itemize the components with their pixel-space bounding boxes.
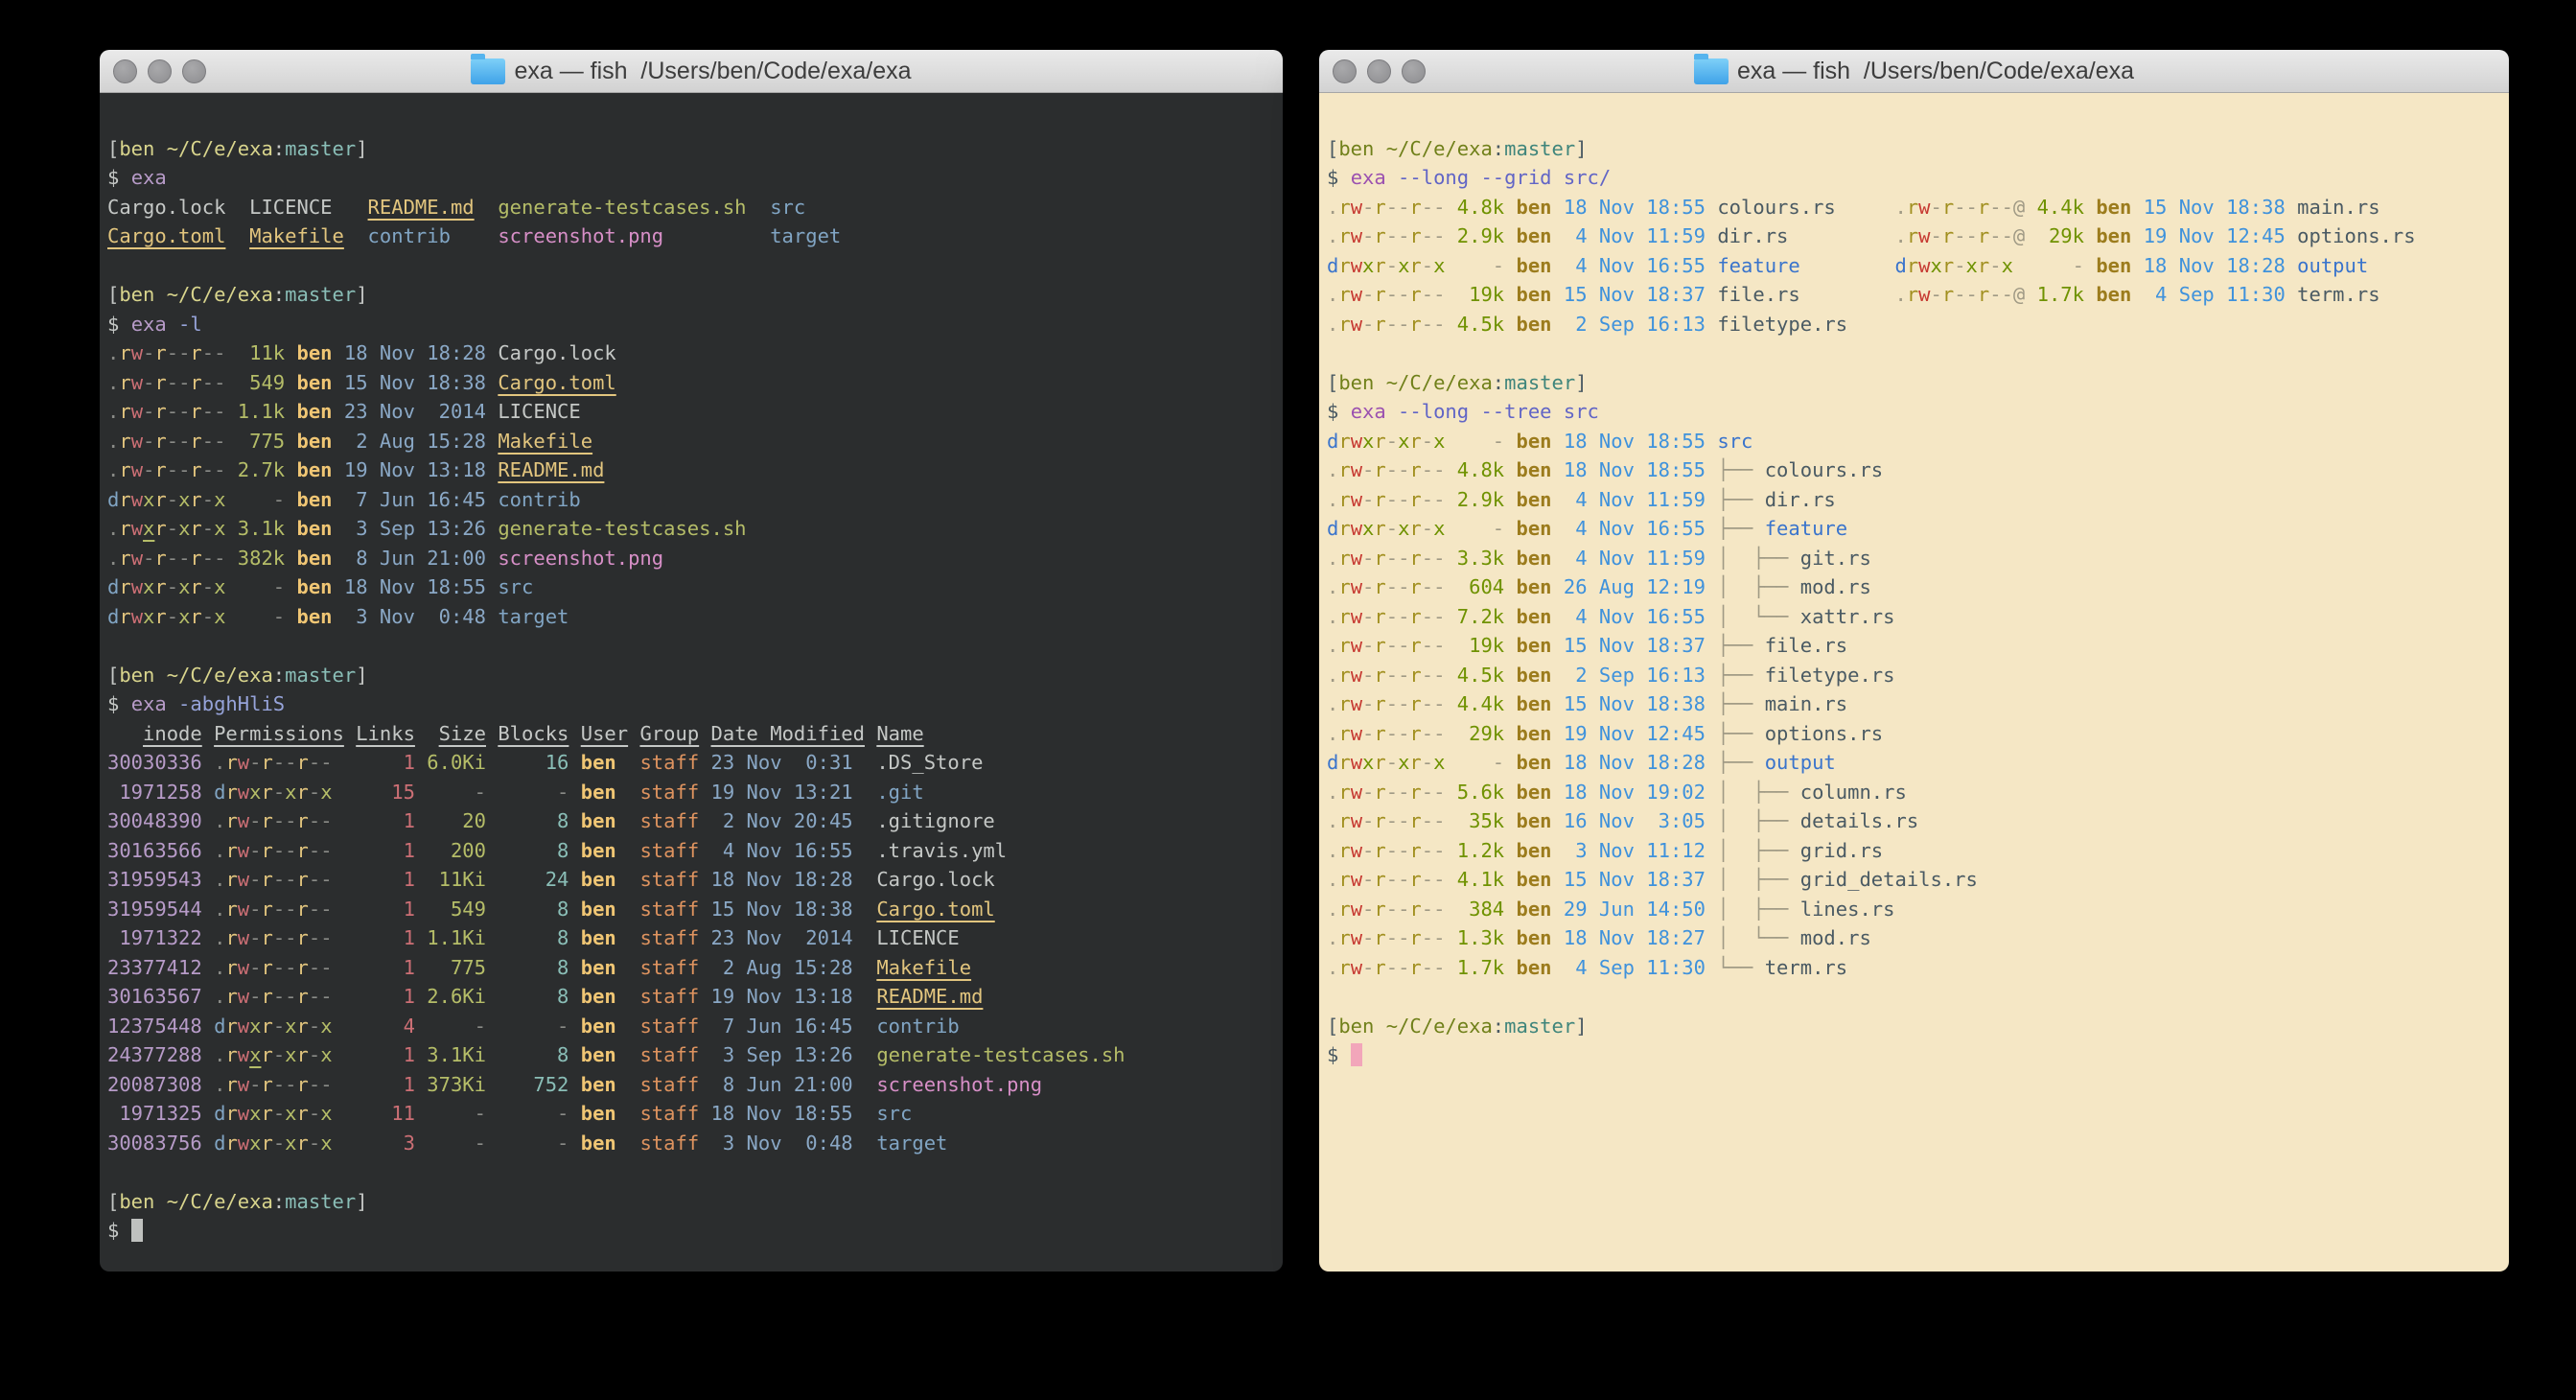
close-button-icon[interactable]: [113, 59, 137, 83]
zoom-button-icon[interactable]: [182, 59, 206, 83]
window-title: exa — fish /Users/ben/Code/exa/exa: [514, 58, 911, 85]
window-title: exa — fish /Users/ben/Code/exa/exa: [1737, 58, 2134, 85]
text-cursor: [131, 1219, 143, 1242]
titlebar[interactable]: exa — fish /Users/ben/Code/exa/exa: [1319, 50, 2509, 93]
window-title-group: exa — fish /Users/ben/Code/exa/exa: [471, 58, 911, 85]
folder-icon: [1694, 58, 1729, 84]
terminal-window: exa — fish /Users/ben/Code/exa/exa [ben …: [100, 50, 1283, 1272]
traffic-lights: [1333, 50, 1426, 92]
window-title-group: exa — fish /Users/ben/Code/exa/exa: [1694, 58, 2134, 85]
terminal-window: exa — fish /Users/ben/Code/exa/exa [ben …: [1319, 50, 2509, 1272]
zoom-button-icon[interactable]: [1402, 59, 1426, 83]
text-cursor: [1351, 1043, 1362, 1066]
traffic-lights: [113, 50, 206, 92]
minimize-button-icon[interactable]: [148, 59, 172, 83]
terminal-screen[interactable]: [ben ~/C/e/exa:master] $ exa --long --gr…: [1319, 93, 2509, 1272]
minimize-button-icon[interactable]: [1367, 59, 1391, 83]
close-button-icon[interactable]: [1333, 59, 1357, 83]
titlebar[interactable]: exa — fish /Users/ben/Code/exa/exa: [100, 50, 1283, 93]
terminal-screen[interactable]: [ben ~/C/e/exa:master] $ exa Cargo.lock …: [100, 93, 1283, 1272]
folder-icon: [471, 58, 505, 84]
desktop: { "chrome": { "traffic_lights": ["close"…: [0, 0, 2576, 1400]
